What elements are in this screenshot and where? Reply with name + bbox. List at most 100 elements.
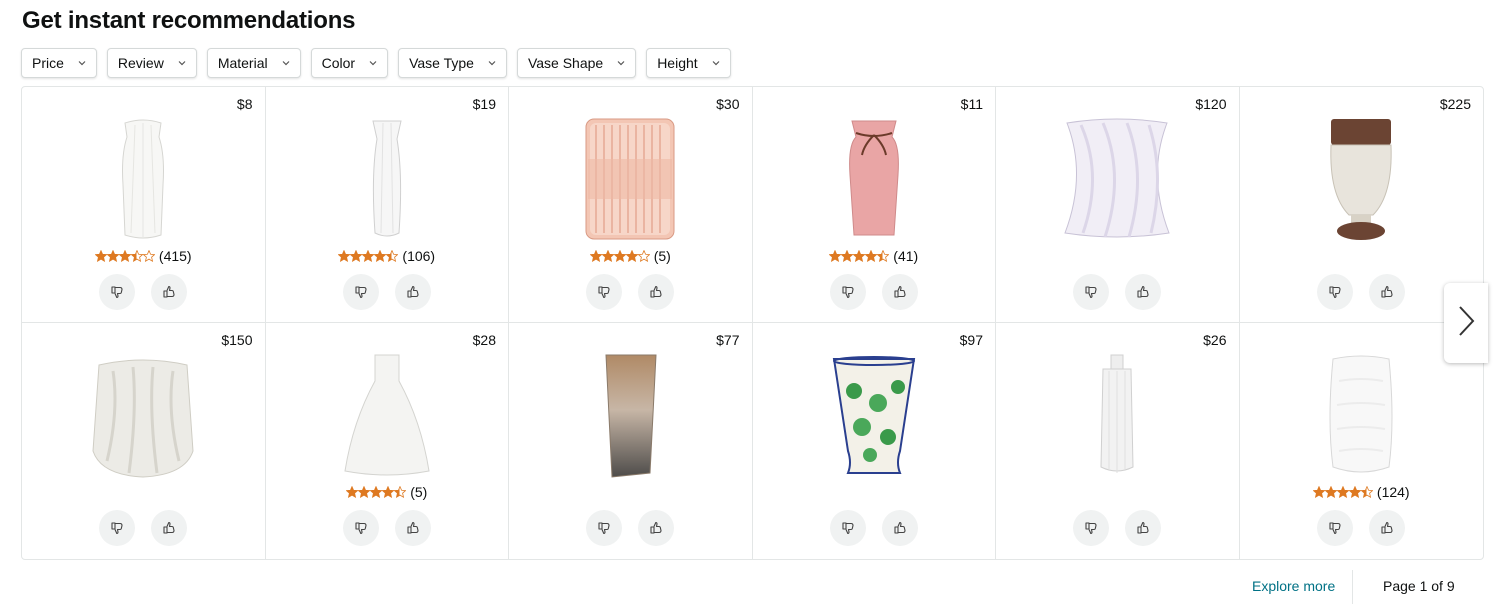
product-price: $97 xyxy=(959,332,983,348)
review-count: (106) xyxy=(402,248,436,264)
thumbs-up-icon xyxy=(1380,285,1394,299)
thumbs-down-button[interactable] xyxy=(1317,274,1354,310)
vote-actions xyxy=(586,510,675,546)
filter-review[interactable]: Review xyxy=(106,48,197,78)
thumbs-down-icon xyxy=(110,285,124,299)
filter-bar: Price Review Material Color Vase Type Vase Sh… xyxy=(21,48,741,78)
filter-label: Vase Type xyxy=(409,55,474,71)
product-price: $11 xyxy=(960,96,983,112)
product-card[interactable]: $8 (415) xyxy=(22,87,266,323)
thumbs-down-button[interactable] xyxy=(342,274,379,310)
product-rating[interactable]: (41) xyxy=(753,248,996,264)
filter-label: Review xyxy=(117,55,164,71)
white-geometric-vase-image[interactable] xyxy=(73,115,213,243)
product-card[interactable]: $97 xyxy=(753,323,996,559)
thumbs-up-button[interactable] xyxy=(638,274,675,310)
review-count: (41) xyxy=(893,248,919,264)
chevron-down-icon xyxy=(282,59,290,67)
thumbs-up-icon xyxy=(406,521,420,535)
thumbs-down-icon xyxy=(1328,285,1342,299)
vote-actions xyxy=(586,274,675,310)
review-count: (124) xyxy=(1376,484,1410,500)
chevron-down-icon xyxy=(488,59,496,67)
thumbs-up-button[interactable] xyxy=(881,510,918,546)
filter-label: Height xyxy=(657,55,698,71)
filter-price[interactable]: Price xyxy=(21,48,97,78)
product-rating[interactable]: (5) xyxy=(266,484,509,500)
thumbs-up-button[interactable] xyxy=(881,274,918,310)
vote-actions xyxy=(1317,510,1406,546)
thumbs-down-button[interactable] xyxy=(829,510,866,546)
product-card[interactable]: $28 (5) xyxy=(266,323,509,559)
filter-vase-type[interactable]: Vase Type xyxy=(398,48,507,78)
review-count: (5) xyxy=(653,248,671,264)
thumbs-up-button[interactable] xyxy=(638,510,675,546)
product-price: $26 xyxy=(1203,332,1227,348)
chevron-down-icon xyxy=(78,59,86,67)
chevron-down-icon xyxy=(712,59,720,67)
product-rating[interactable]: (124) xyxy=(1240,484,1484,500)
thumbs-down-icon xyxy=(354,521,368,535)
thumbs-up-button[interactable] xyxy=(394,510,431,546)
thumbs-down-icon xyxy=(1084,521,1098,535)
next-page-button[interactable] xyxy=(1444,283,1488,363)
thumbs-down-button[interactable] xyxy=(586,274,623,310)
thumbs-down-button[interactable] xyxy=(586,510,623,546)
pink-glass-vase-image[interactable] xyxy=(560,115,700,243)
thumbs-down-button[interactable] xyxy=(1317,510,1354,546)
pink-bow-vase-image[interactable] xyxy=(804,115,944,243)
brown-white-urn-vase-image[interactable] xyxy=(1291,115,1431,243)
product-card[interactable]: $150 xyxy=(22,323,266,559)
white-slim-geometric-vase-image[interactable] xyxy=(317,115,457,243)
product-card[interactable]: $120 xyxy=(996,87,1240,323)
explore-more-link[interactable]: Explore more xyxy=(1252,578,1335,594)
white-carafe-vase-image[interactable] xyxy=(317,351,457,479)
product-rating[interactable]: (5) xyxy=(509,248,752,264)
thumbs-down-button[interactable] xyxy=(1073,510,1110,546)
product-price: $120 xyxy=(1195,96,1227,112)
thumbs-up-button[interactable] xyxy=(151,510,188,546)
filter-height[interactable]: Height xyxy=(646,48,731,78)
filter-label: Vase Shape xyxy=(527,55,604,71)
star-rating-icon xyxy=(1312,486,1373,498)
product-price: $19 xyxy=(472,96,496,112)
thumbs-up-button[interactable] xyxy=(1125,510,1162,546)
filter-material[interactable]: Material xyxy=(206,48,301,78)
thumbs-up-icon xyxy=(649,285,663,299)
thumbs-down-button[interactable] xyxy=(99,274,136,310)
thumbs-down-button[interactable] xyxy=(829,274,866,310)
product-card[interactable]: $30 (5) xyxy=(509,87,753,323)
product-rating[interactable]: (106) xyxy=(266,248,509,264)
thumbs-up-button[interactable] xyxy=(1125,274,1162,310)
thumbs-down-button[interactable] xyxy=(1073,274,1110,310)
thumbs-down-button[interactable] xyxy=(99,510,136,546)
vote-actions xyxy=(1073,510,1162,546)
chevron-down-icon xyxy=(178,59,186,67)
thumbs-down-icon xyxy=(841,521,855,535)
product-card[interactable]: $11 (41) xyxy=(752,87,996,323)
vote-actions xyxy=(829,510,918,546)
thumbs-up-button[interactable] xyxy=(1369,274,1406,310)
thumbs-up-button[interactable] xyxy=(151,274,188,310)
green-floral-pottery-vase-image[interactable] xyxy=(804,351,944,479)
chevron-right-icon xyxy=(1456,305,1476,342)
thumbs-up-button[interactable] xyxy=(394,274,431,310)
white-leaf-pot-vase-image[interactable] xyxy=(73,351,213,479)
product-rating[interactable]: (415) xyxy=(22,248,265,264)
filter-vase-shape[interactable]: Vase Shape xyxy=(516,48,637,78)
product-card[interactable]: $19 (106) xyxy=(265,87,509,323)
white-textured-vase-image[interactable] xyxy=(1291,351,1431,479)
white-bottle-vase-image[interactable] xyxy=(1047,351,1187,479)
product-card[interactable]: $77 xyxy=(509,323,753,559)
thumbs-up-icon xyxy=(406,285,420,299)
vote-actions xyxy=(829,274,918,310)
vote-actions xyxy=(99,274,188,310)
thumbs-down-button[interactable] xyxy=(342,510,379,546)
product-card[interactable]: $26 xyxy=(996,323,1240,559)
thumbs-up-button[interactable] xyxy=(1369,510,1406,546)
white-twisted-vase-image[interactable] xyxy=(1047,115,1187,243)
metallic-gradient-vase-image[interactable] xyxy=(560,351,700,479)
chevron-down-icon xyxy=(617,59,625,67)
thumbs-up-icon xyxy=(162,521,176,535)
filter-color[interactable]: Color xyxy=(310,48,389,78)
